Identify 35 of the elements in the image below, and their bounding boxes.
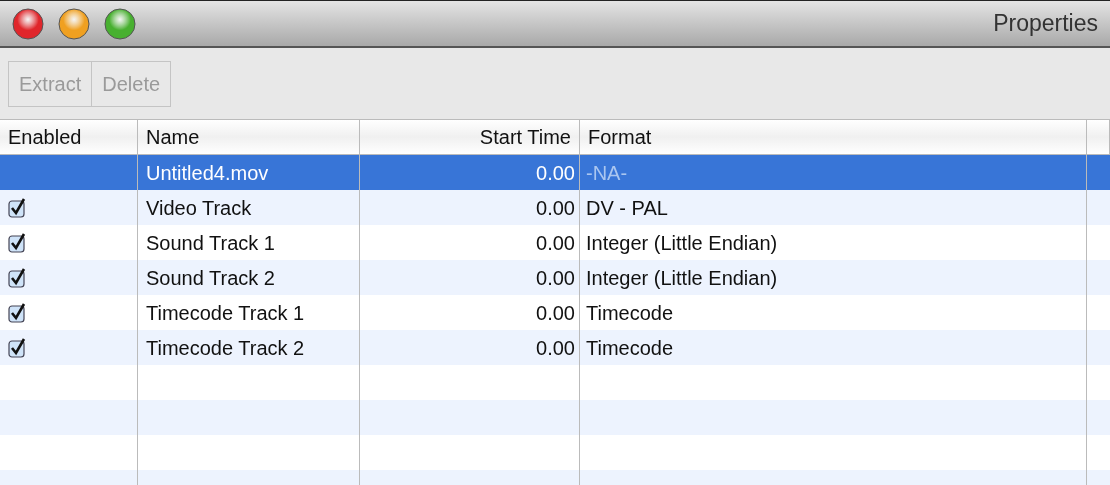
- format-cell-text: DV - PAL: [586, 195, 668, 221]
- close-button[interactable]: [12, 7, 44, 40]
- name-cell-text: Timecode Track 1: [146, 300, 305, 326]
- checkbox[interactable]: [8, 232, 26, 253]
- column-header[interactable]: Start Time: [360, 120, 580, 154]
- column-header[interactable]: Enabled: [0, 120, 138, 154]
- start-time-cell-text: 0.00: [536, 265, 575, 291]
- format-cell-text: Integer (Little Endian): [586, 230, 778, 256]
- checkbox[interactable]: [8, 197, 26, 218]
- window-title: Properties: [993, 9, 1098, 39]
- table-row[interactable]: Video Track 0.00 DV - PAL: [0, 190, 1110, 225]
- name-cell-text: Untitled4.mov: [146, 160, 269, 186]
- name-cell-text: Timecode Track 2: [146, 335, 305, 361]
- format-cell-text: Timecode: [586, 300, 674, 326]
- format-cell-text: Timecode: [586, 335, 674, 361]
- checkbox[interactable]: [8, 267, 26, 288]
- start-time-cell-text: 0.00: [536, 230, 575, 256]
- table-row[interactable]: Sound Track 2 0.00 Integer (Little Endian): [0, 260, 1110, 295]
- format-cell-text: -NA-: [586, 160, 628, 186]
- table-row[interactable]: Timecode Track 2 0.00 Timecode: [0, 330, 1110, 365]
- column-header[interactable]: Format: [580, 120, 1087, 154]
- name-cell-text: Sound Track 2: [146, 265, 275, 291]
- zoom-button[interactable]: [104, 7, 136, 40]
- minimize-button[interactable]: [58, 7, 90, 40]
- column-header[interactable]: Name: [138, 120, 360, 154]
- table-row[interactable]: Untitled4.mov 0.00 -NA-: [0, 155, 1110, 190]
- start-time-cell-text: 0.00: [536, 160, 575, 186]
- start-time-cell-text: 0.00: [536, 335, 575, 361]
- format-cell-text: Integer (Little Endian): [586, 265, 778, 291]
- name-cell-text: Sound Track 1: [146, 230, 275, 256]
- checkbox[interactable]: [8, 337, 26, 358]
- start-time-cell-text: 0.00: [536, 300, 575, 326]
- checkbox[interactable]: [8, 302, 26, 323]
- name-cell-text: Video Track: [146, 195, 252, 221]
- start-time-cell-text: 0.00: [536, 195, 575, 221]
